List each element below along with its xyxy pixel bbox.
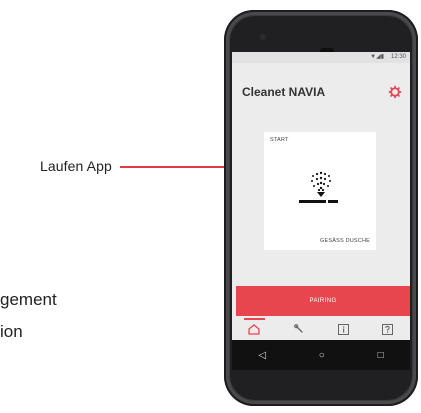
app-title: Cleanet NAVIA	[242, 85, 326, 99]
help-icon	[382, 323, 394, 335]
status-time: 12:30	[390, 54, 406, 60]
info-icon	[337, 323, 349, 335]
tab-info[interactable]	[321, 318, 366, 340]
wrench-icon	[293, 324, 303, 333]
tab-bar	[232, 318, 410, 340]
home-icon	[248, 323, 260, 335]
mode-card[interactable]: START GESÄSS DUSCHE	[264, 132, 376, 250]
tab-service[interactable]	[277, 318, 322, 340]
side-text-line-2: ion	[0, 322, 23, 341]
front-camera	[260, 34, 266, 40]
tab-home[interactable]	[232, 318, 277, 340]
gear-icon[interactable]	[388, 85, 402, 99]
start-label: START	[270, 137, 289, 143]
app-header: Cleanet NAVIA	[232, 63, 410, 99]
back-nav-icon[interactable]: ◁	[258, 350, 266, 361]
android-nav-bar: ◁ ○ □	[232, 340, 410, 370]
recent-apps-nav-icon[interactable]: □	[378, 350, 384, 361]
pairing-button[interactable]: PAIRING	[236, 286, 410, 316]
mode-label: GESÄSS DUSCHE	[320, 238, 370, 244]
callout-line	[120, 166, 236, 168]
status-bar: ▼◢▮ 12:30	[232, 52, 410, 63]
tab-help[interactable]	[366, 318, 411, 340]
phone-screen: ▼◢▮ 12:30 Cleanet NAVIA START GESÄSS DUS…	[232, 52, 410, 370]
side-text-line-1: gement	[0, 290, 57, 309]
status-icons: ▼◢▮	[370, 54, 384, 60]
bidet-spray-icon	[299, 171, 338, 203]
home-nav-icon[interactable]: ○	[319, 350, 325, 361]
callout-label: Laufen App	[40, 158, 112, 174]
